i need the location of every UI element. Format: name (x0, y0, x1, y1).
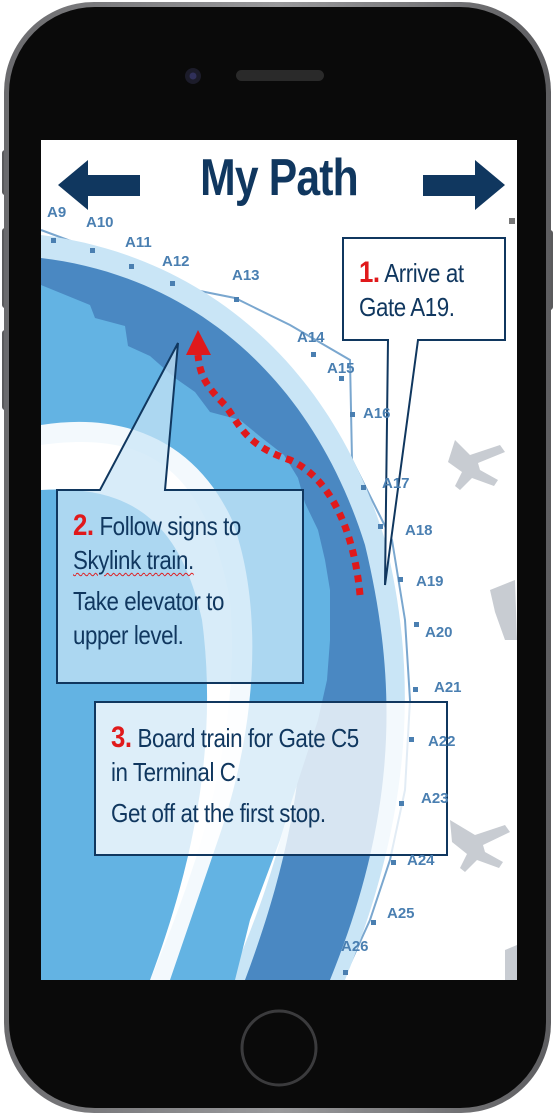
gate-label-a18: A18 (405, 522, 433, 539)
gate-label-a16: A16 (363, 405, 391, 422)
gate-marker-a26 (343, 970, 348, 975)
gate-label-a9: A9 (47, 204, 67, 221)
step-1-line-2: Gate A19. (359, 292, 455, 322)
gate-label-a15: A15 (327, 360, 355, 377)
step-3-number: 3. (111, 721, 132, 754)
gate-label-a21: A21 (434, 679, 462, 696)
step-1-line-1: Arrive at (384, 258, 464, 288)
step-2-text: 2. Follow signs to Skylink train. Take e… (73, 509, 268, 652)
gate-label-a13: A13 (232, 267, 260, 284)
step-3-line-3: Get off at the first stop. (111, 798, 326, 828)
gate-label-a11: A11 (125, 234, 152, 251)
gate-marker-a25 (371, 920, 376, 925)
gate-label-a22: A22 (428, 733, 456, 750)
gate-marker-a15 (339, 376, 344, 381)
gate-label-a17: A17 (382, 475, 410, 492)
step-3-line-1: Board train for Gate C5 (137, 723, 359, 753)
gate-marker-a16 (350, 412, 355, 417)
gate-label-a25: A25 (387, 905, 415, 922)
step-3-text: 3. Board train for Gate C5 in Terminal C… (111, 721, 399, 830)
gate-marker-a9 (51, 238, 56, 243)
step-1-text: 1. Arrive at Gate A19. (359, 256, 481, 324)
gate-label-a12: A12 (162, 253, 190, 270)
gate-label-a10: A10 (86, 214, 114, 231)
step-2-line-2: Skylink train. (73, 545, 194, 575)
gate-marker-a19 (398, 577, 403, 582)
gate-marker-a13 (234, 297, 239, 302)
step-1-number: 1. (359, 256, 380, 289)
gate-label-a14: A14 (297, 329, 325, 346)
gate-label-a20: A20 (425, 624, 453, 641)
step-2-line-1: Follow signs to (99, 511, 241, 541)
gate-marker-a11 (129, 264, 134, 269)
gate-marker-a23 (399, 801, 404, 806)
gate-marker-a21 (413, 687, 418, 692)
gate-marker-a14 (311, 352, 316, 357)
gate-label-a24: A24 (407, 852, 435, 869)
gate-marker-a10 (90, 248, 95, 253)
gate-marker-a18 (378, 524, 383, 529)
gate-marker-a22 (409, 737, 414, 742)
earpiece-speaker (236, 70, 324, 81)
step-2-number: 2. (73, 509, 94, 542)
page-title: My Path (200, 149, 359, 207)
step-3-line-2: in Terminal C. (111, 757, 242, 787)
map-screen: My Path A9 A10 A11 A12 A13 A14 A15 A16 A17 A18 A19… (41, 140, 517, 980)
gate-label-a19: A19 (416, 573, 444, 590)
step-2-line-4: upper level. (73, 620, 184, 650)
gate-marker-a20 (414, 622, 419, 627)
step-2-line-3: Take elevator to (73, 586, 224, 616)
gate-label-a26: A26 (341, 938, 369, 955)
home-button[interactable] (240, 1009, 318, 1087)
phone-frame: My Path A9 A10 A11 A12 A13 A14 A15 A16 A17 A18 A19… (0, 0, 555, 1115)
gate-marker-a24 (391, 860, 396, 865)
gate-marker-a17 (361, 485, 366, 490)
gate-marker-a12 (170, 281, 175, 286)
gate-label-a23: A23 (421, 790, 449, 807)
